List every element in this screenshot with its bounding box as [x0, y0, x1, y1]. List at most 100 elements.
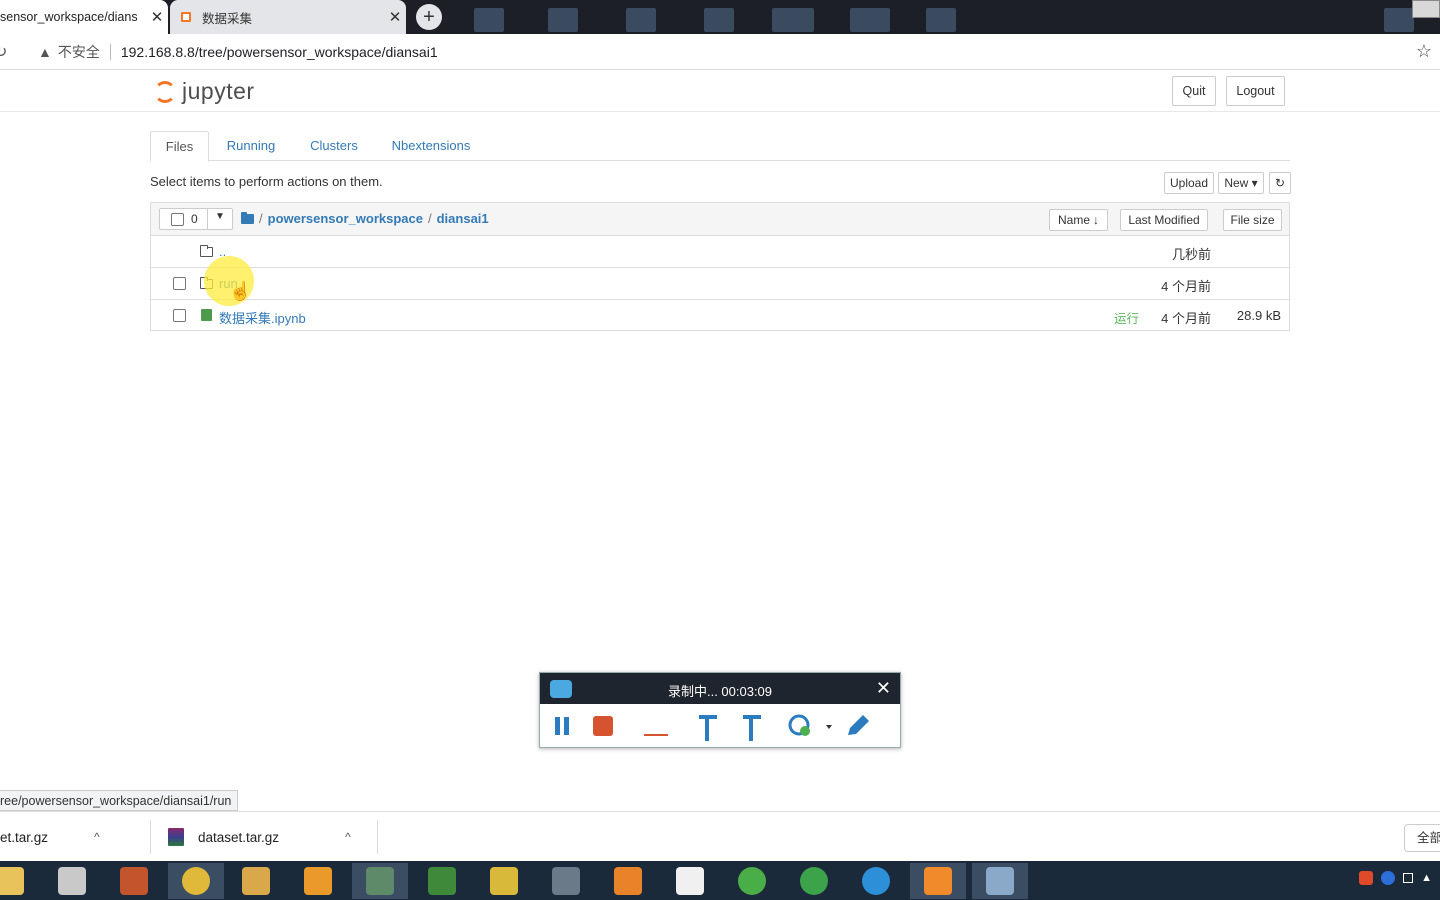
app-icon[interactable] — [848, 863, 904, 899]
bookmark-star-icon[interactable]: ☆ — [1416, 41, 1432, 62]
browser-tab-strip: sensor_workspace/dians ✕ 数据采集 ✕ + — [0, 0, 1440, 34]
breadcrumb-item[interactable]: powersensor_workspace — [268, 211, 423, 226]
pdf-reader-icon[interactable] — [910, 863, 966, 899]
chevron-down-icon[interactable]: ▼ — [215, 211, 225, 222]
input-method-icon[interactable] — [1359, 871, 1374, 885]
desktop-background — [704, 8, 734, 32]
marker-tool-icon[interactable] — [739, 713, 765, 741]
sort-by-size-button[interactable]: File size — [1223, 209, 1282, 231]
tray-icon[interactable] — [1403, 873, 1414, 883]
wechat-icon[interactable] — [724, 863, 780, 899]
app-icon[interactable] — [538, 863, 594, 899]
new-tab-button[interactable]: + — [416, 4, 442, 30]
security-label[interactable]: 不安全 — [58, 42, 100, 62]
pause-button[interactable] — [553, 713, 571, 739]
app-icon[interactable] — [414, 863, 470, 899]
row-checkbox[interactable] — [173, 277, 186, 290]
app-icon[interactable] — [600, 863, 656, 899]
window-control[interactable] — [1412, 0, 1440, 18]
item-modified: 几秒前 — [1171, 247, 1211, 262]
app-icon[interactable] — [44, 863, 100, 899]
item-modified: 4 个月前 — [1161, 311, 1211, 326]
quit-button[interactable]: Quit — [1172, 76, 1216, 106]
audio-level-icon[interactable] — [642, 713, 670, 739]
chevron-up-icon[interactable]: ^ — [94, 830, 100, 844]
selection-hint: Select items to perform actions on them. — [150, 174, 383, 189]
sublime-icon[interactable] — [290, 863, 346, 899]
close-tab-icon[interactable]: ✕ — [384, 8, 406, 26]
close-icon[interactable]: ✕ — [876, 678, 891, 699]
screen-recorder-panel: 录制中... 00:03:09 ✕ — [539, 672, 901, 748]
jupyter-logo[interactable]: jupyter — [154, 78, 255, 105]
refresh-icon: ↻ — [1274, 176, 1286, 190]
app-icon[interactable] — [476, 863, 532, 899]
matlab-icon[interactable] — [106, 863, 162, 899]
tab-title: 数据采集 — [202, 11, 253, 26]
omnibox[interactable]: ▲ 不安全 192.168.8.8/tree/powersensor_works… — [28, 38, 1440, 66]
text-editor-icon[interactable] — [662, 863, 718, 899]
table-row[interactable]: .. 几秒前 — [151, 236, 1289, 268]
selected-count: 0 — [191, 212, 198, 226]
warning-icon[interactable]: ▲ — [38, 44, 52, 60]
logout-button[interactable]: Logout — [1226, 76, 1285, 106]
table-row[interactable]: 数据采集.ipynb 运行 4 个月前 28.9 kB — [151, 300, 1289, 332]
download-item[interactable]: et.tar.gz ^ — [0, 812, 100, 862]
breadcrumb-separator: / — [259, 211, 263, 226]
tab-files[interactable]: Files — [150, 131, 209, 162]
tab-bar: Files Running Clusters Nbextensions — [150, 131, 1290, 162]
board-tool-icon[interactable] — [352, 863, 408, 899]
app-icon[interactable] — [786, 863, 842, 899]
table-row[interactable]: run 4 个月前 — [151, 268, 1289, 300]
desktop-background — [548, 8, 578, 32]
download-item[interactable]: dataset.tar.gz ^ — [168, 812, 351, 862]
tab-title: sensor_workspace/dians — [0, 10, 138, 24]
notebook-favicon-icon — [180, 11, 192, 23]
show-all-downloads-button[interactable]: 全部 — [1404, 824, 1440, 852]
running-badge: 运行 — [1113, 312, 1139, 326]
new-dropdown-button[interactable]: New ▾ — [1218, 172, 1264, 194]
sort-by-name-button[interactable]: Name ↓ — [1049, 209, 1108, 231]
webcam-add-icon[interactable] — [788, 713, 832, 739]
desktop-background — [474, 8, 504, 32]
select-all-dropdown[interactable]: 0 ▼ — [159, 208, 233, 230]
upload-button[interactable]: Upload — [1164, 172, 1214, 194]
browser-tab-inactive[interactable]: 数据采集 ✕ — [170, 0, 406, 34]
tab-running[interactable]: Running — [220, 131, 282, 161]
list-header: 0 ▼ / powersensor_workspace / diansai1 N… — [151, 203, 1289, 236]
notebook-icon — [201, 309, 212, 321]
select-all-checkbox[interactable] — [171, 213, 184, 226]
logo-text: jupyter — [182, 78, 255, 104]
stop-button[interactable] — [592, 713, 614, 739]
folder-home-icon[interactable] — [241, 211, 254, 224]
address-bar: ↻ ▲ 不安全 192.168.8.8/tree/powersensor_wor… — [0, 34, 1440, 70]
close-tab-icon[interactable]: ✕ — [146, 8, 168, 26]
jupyter-header: jupyter Quit Logout — [0, 70, 1440, 112]
marker-tool-icon[interactable] — [695, 713, 721, 741]
file-explorer-icon[interactable] — [0, 863, 38, 899]
browser-tab-active[interactable]: sensor_workspace/dians ✕ — [0, 0, 168, 34]
jupyter-logo-icon — [154, 80, 176, 103]
chrome-icon[interactable] — [168, 863, 224, 899]
pen-tool-icon[interactable] — [845, 713, 871, 739]
status-url: ree/powersensor_workspace/diansai1/run — [0, 790, 239, 811]
remote-desktop-icon[interactable] — [972, 863, 1028, 899]
tab-nbextensions[interactable]: Nbextensions — [386, 131, 476, 161]
desktop-background — [926, 8, 956, 32]
column-label: Name — [1057, 213, 1090, 227]
help-icon[interactable] — [1381, 871, 1396, 885]
url-text[interactable]: 192.168.8.8/tree/powersensor_workspace/d… — [121, 44, 438, 60]
search-tool-icon[interactable] — [228, 863, 284, 899]
tab-clusters[interactable]: Clusters — [302, 131, 366, 161]
arrow-down-icon: ↓ — [1093, 213, 1099, 227]
file-list: 0 ▼ / powersensor_workspace / diansai1 N… — [150, 202, 1290, 331]
row-checkbox[interactable] — [173, 309, 186, 322]
chevron-up-icon[interactable]: ^ — [345, 830, 351, 844]
refresh-button[interactable]: ↻ — [1269, 172, 1291, 194]
reload-icon[interactable]: ↻ — [0, 42, 16, 62]
sort-by-modified-button[interactable]: Last Modified — [1120, 209, 1208, 231]
item-size: 28.9 kB — [1236, 308, 1281, 323]
breadcrumb-item[interactable]: diansai1 — [437, 211, 489, 226]
chevron-up-icon[interactable]: ▲ — [1421, 872, 1432, 884]
item-name[interactable]: 数据采集.ipynb — [219, 308, 306, 327]
divider — [377, 820, 378, 854]
